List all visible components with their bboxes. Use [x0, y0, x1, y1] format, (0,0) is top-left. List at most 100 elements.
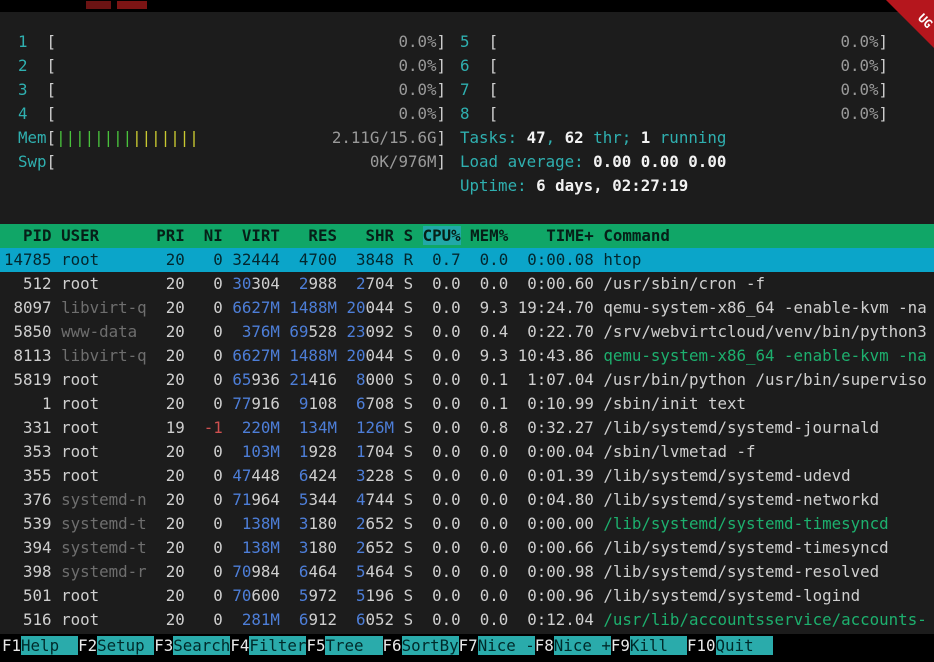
cell-shr: 20 [346, 346, 365, 365]
fkey-f6-sortby[interactable]: F6SortBy [383, 636, 459, 655]
tasks-summary: Tasks: 47, 62 thr; 1 running [460, 126, 888, 150]
cell-pid: 376 [4, 490, 52, 509]
fkey-f9-kill[interactable]: F9Kill [611, 636, 687, 655]
process-row[interactable]: 516 root 20 0 281M 6912 6052 S 0.0 0.0 0… [0, 608, 934, 632]
meter-open-bracket: [ [489, 104, 499, 123]
meter-close-bracket: ] [436, 80, 446, 99]
cell-cmd: /usr/bin/python /usr/bin/superviso [603, 370, 926, 389]
cell-res-low: 464 [308, 562, 337, 581]
process-row[interactable]: 376 systemd-n 20 0 71964 5344 4744 S 0.0… [0, 488, 934, 512]
cell-ni: 0 [194, 610, 223, 629]
process-row[interactable]: 5819 root 20 0 65936 21416 8000 S 0.0 0.… [0, 368, 934, 392]
cell-res: 1 [289, 442, 308, 461]
process-row[interactable]: 353 root 20 0 103M 1928 1704 S 0.0 0.0 0… [0, 440, 934, 464]
cell-cmd: /lib/systemd/systemd-journald [603, 418, 879, 437]
column-header-pid[interactable]: PID [4, 226, 52, 245]
process-row[interactable]: 398 systemd-r 20 0 70984 6464 5464 S 0.0… [0, 560, 934, 584]
cell-shr-low: 652 [366, 514, 395, 533]
column-header-time[interactable]: TIME+ [518, 226, 594, 245]
cell-shr: 126M [346, 418, 394, 437]
cell-ni: 0 [194, 346, 223, 365]
cell-virt: 32444 [232, 250, 280, 269]
column-header-user[interactable]: USER [61, 226, 147, 245]
cell-pri: 20 [156, 250, 185, 269]
cpu-meter-number: 1 [18, 32, 47, 51]
process-row[interactable]: 1 root 20 0 77916 9108 6708 S 0.0 0.1 0:… [0, 392, 934, 416]
column-header-command[interactable]: Command [603, 226, 670, 245]
fkey-f4-filter[interactable]: F4Filter [230, 636, 306, 655]
process-row[interactable]: 14785 root 20 0 32444 4700 3848 R 0.7 0.… [0, 248, 934, 272]
process-row[interactable]: 8113 libvirt-q 20 0 6627M 1488M 20044 S … [0, 344, 934, 368]
cell-cpu: 0.0 [423, 442, 461, 461]
cell-res-low: 988 [308, 274, 337, 293]
process-row[interactable]: 539 systemd-t 20 0 138M 3180 2652 S 0.0 … [0, 512, 934, 536]
cell-cmd: /lib/systemd/systemd-networkd [603, 490, 879, 509]
cell-user: root [61, 418, 147, 437]
column-header-s[interactable]: S [404, 226, 414, 245]
cell-cpu: 0.0 [423, 322, 461, 341]
column-header-ni[interactable]: NI [194, 226, 223, 245]
column-header-shr[interactable]: SHR [346, 226, 394, 245]
process-row[interactable]: 5850 www-data 20 0 376M 69528 23092 S 0.… [0, 320, 934, 344]
cell-ni: -1 [194, 418, 223, 437]
cell-virt-low: 964 [251, 490, 280, 509]
memory-bar-used: |||||||| [56, 128, 132, 147]
cell-pri: 20 [156, 394, 185, 413]
column-header-cpu[interactable]: CPU% [423, 226, 461, 245]
cell-mem: 0.0 [470, 586, 508, 605]
fkey-f8-nice+[interactable]: F8Nice + [535, 636, 611, 655]
column-header-mem[interactable]: MEM% [470, 226, 508, 245]
process-row[interactable]: 8097 libvirt-q 20 0 6627M 1488M 20044 S … [0, 296, 934, 320]
column-header-res[interactable]: RES [289, 226, 337, 245]
process-table-header[interactable]: PID USER PRI NI VIRT RES SHR S CPU% MEM%… [0, 224, 934, 248]
fkey-f3-search[interactable]: F3Search [154, 636, 230, 655]
cell-cmd: htop [603, 250, 641, 269]
cell-cmd: /usr/lib/accountsservice/accounts- [603, 610, 926, 629]
cell-res-low: 528 [308, 322, 337, 341]
cell-ni: 0 [194, 274, 223, 293]
process-row[interactable]: 355 root 20 0 47448 6424 3228 S 0.0 0.0 … [0, 464, 934, 488]
cpu-meter-number: 5 [460, 32, 489, 51]
fkey-number: F3 [154, 636, 173, 655]
cell-pri: 20 [156, 298, 185, 317]
cell-pri: 20 [156, 322, 185, 341]
fkey-number: F2 [78, 636, 97, 655]
process-row[interactable]: 512 root 20 0 30304 2988 2704 S 0.0 0.0 … [0, 272, 934, 296]
cell-time: 0:00.04 [518, 442, 594, 461]
fkey-label: Setup [97, 636, 154, 655]
process-row[interactable]: 331 root 19 -1 220M 134M 126M S 0.0 0.8 … [0, 416, 934, 440]
column-header-pri[interactable]: PRI [156, 226, 185, 245]
cell-pid: 331 [4, 418, 52, 437]
uptime-value: 6 days, 02:27:19 [536, 176, 688, 195]
cell-pid: 512 [4, 274, 52, 293]
fkey-f1-help[interactable]: F1Help [2, 636, 78, 655]
fkey-f10-quit[interactable]: F10Quit [687, 636, 773, 655]
cell-shr-low: 704 [366, 442, 395, 461]
fkey-f5-tree[interactable]: F5Tree [306, 636, 382, 655]
cell-cpu: 0.0 [423, 538, 461, 557]
meter-open-bracket: [ [47, 104, 57, 123]
load-average: Load average: 0.00 0.00 0.00 [460, 150, 888, 174]
cpu-meter-value: 0.0% [56, 56, 436, 75]
column-header-virt[interactable]: VIRT [232, 226, 280, 245]
cell-virt: 138M [232, 538, 280, 557]
cell-cpu: 0.0 [423, 346, 461, 365]
cell-time: 0:32.27 [518, 418, 594, 437]
meter-open-bracket: [ [489, 56, 499, 75]
cell-s: S [404, 490, 414, 509]
fkey-f7-nice[interactable]: F7Nice - [459, 636, 535, 655]
cell-res-low: 180 [308, 538, 337, 557]
memory-meter: Mem[||||||||||||||| 2.11G/15.6G] [18, 126, 446, 150]
cell-pri: 20 [156, 514, 185, 533]
cell-user: systemd-r [61, 562, 147, 581]
cell-shr: 3848 [346, 250, 394, 269]
process-row[interactable]: 394 systemd-t 20 0 138M 3180 2652 S 0.0 … [0, 536, 934, 560]
cell-shr: 5 [347, 562, 366, 581]
cell-user: root [61, 586, 147, 605]
cell-pid: 398 [4, 562, 52, 581]
meter-open-bracket: [ [47, 56, 57, 75]
cell-pid: 5819 [4, 370, 52, 389]
process-row[interactable]: 501 root 20 0 70600 5972 5196 S 0.0 0.0 … [0, 584, 934, 608]
fkey-f2-setup[interactable]: F2Setup [78, 636, 154, 655]
meter-open-bracket: [ [47, 152, 57, 171]
